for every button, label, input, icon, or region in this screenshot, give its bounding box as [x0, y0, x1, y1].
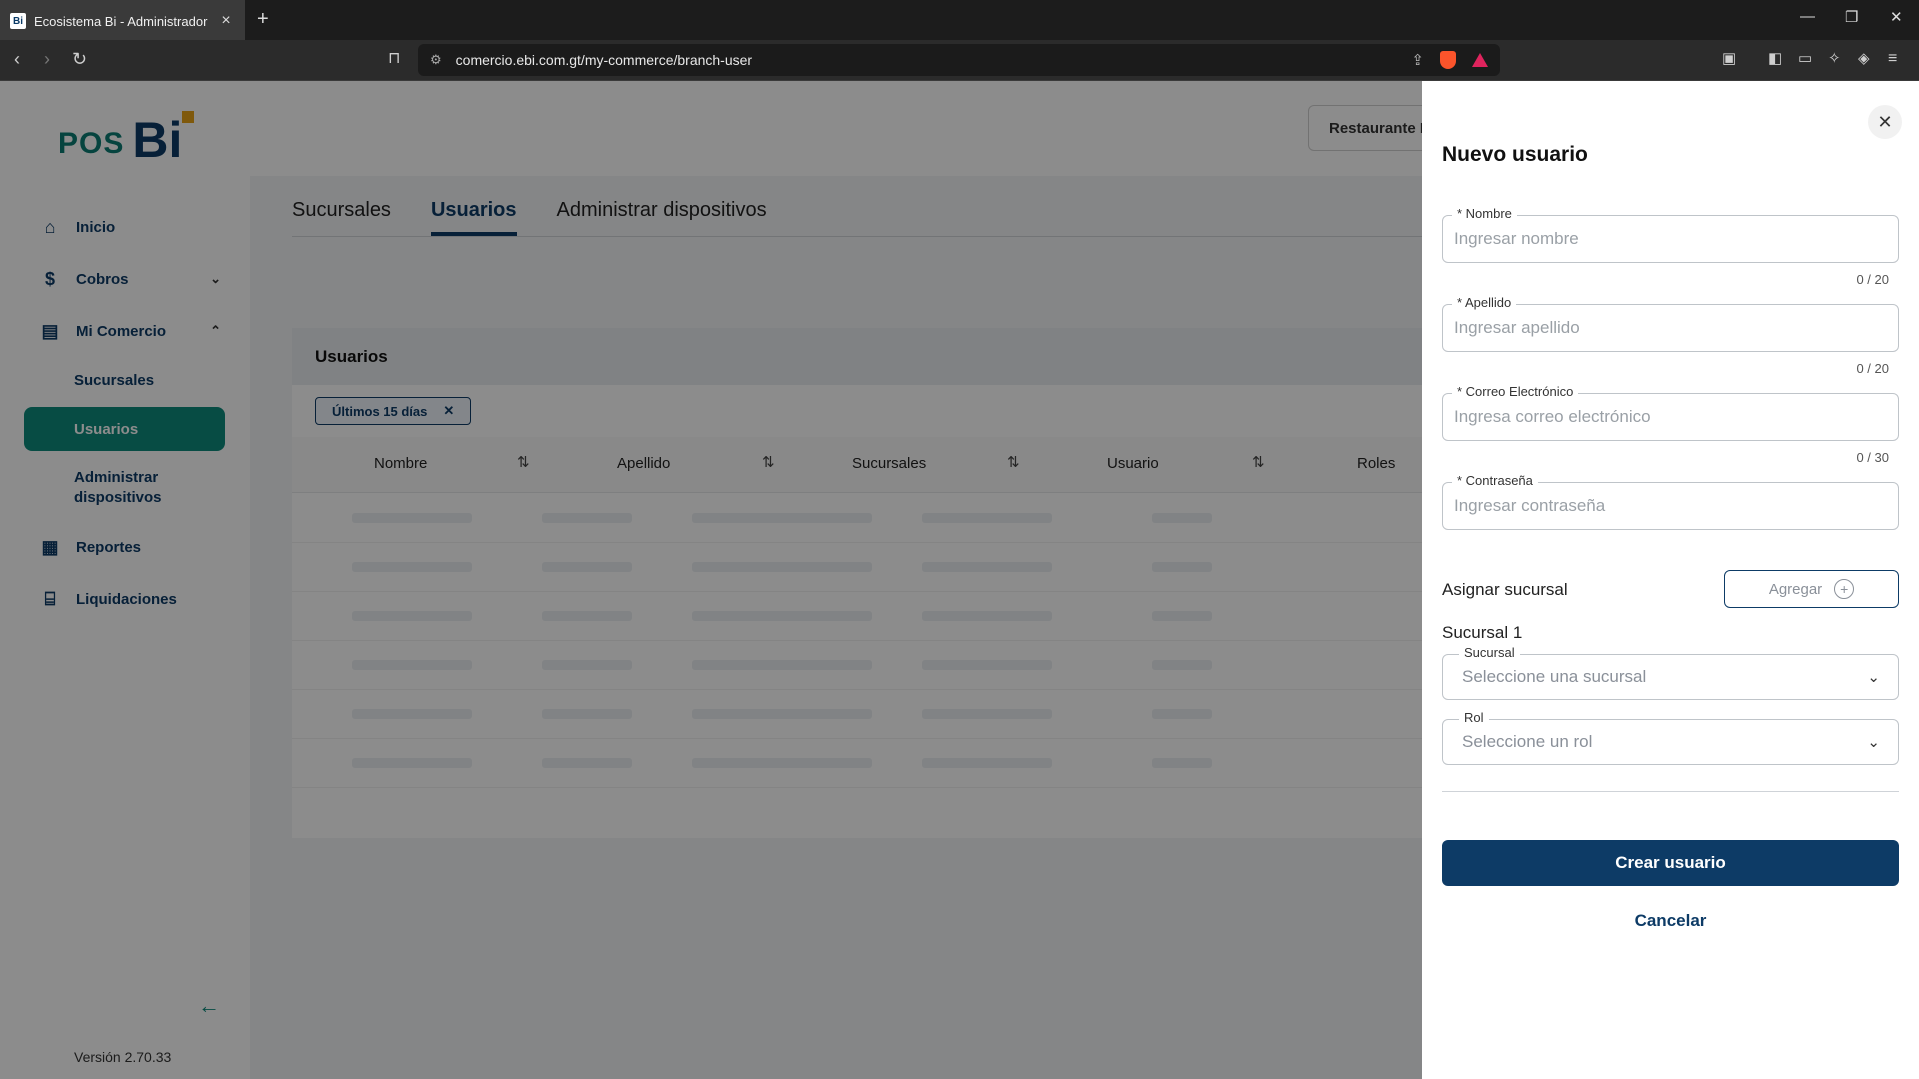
tab-title: Ecosistema Bi - Administrador: [34, 13, 208, 29]
email-field[interactable]: Ingresa correo electrónico: [1442, 393, 1899, 441]
wallet-icon[interactable]: ▭: [1798, 49, 1812, 69]
brave-shields-icon[interactable]: [1440, 51, 1456, 69]
favicon-icon: Bi: [10, 13, 26, 29]
close-drawer-button[interactable]: ✕: [1868, 105, 1902, 139]
branch-select[interactable]: Seleccione una sucursal ⌄: [1442, 654, 1899, 700]
browser-tab-bar: Bi Ecosistema Bi - Administrador × + — ❐…: [0, 0, 1919, 40]
close-tab-icon[interactable]: ×: [217, 12, 235, 30]
back-icon[interactable]: ‹: [14, 49, 20, 69]
branch-group-title: Sucursal 1: [1442, 623, 1523, 642]
share-icon[interactable]: ⇪: [1411, 51, 1424, 69]
apellido-label: * Apellido: [1452, 295, 1517, 310]
email-counter: 0 / 30: [1856, 450, 1889, 465]
create-user-button[interactable]: Crear usuario: [1442, 840, 1899, 886]
new-user-drawer: ✕ Nuevo usuario Ingresar nombre * Nombre…: [1422, 81, 1919, 1079]
cancel-button[interactable]: Cancelar: [1442, 911, 1899, 931]
role-select-placeholder: Seleccione un rol: [1462, 732, 1593, 751]
email-label: * Correo Electrónico: [1452, 384, 1579, 399]
modal-overlay[interactable]: [0, 81, 1422, 1079]
leo-ai-icon[interactable]: ✧: [1828, 49, 1841, 69]
browser-toolbar: ‹ › ↻ ⊓ ⚙ comercio.ebi.com.gt/my-commerc…: [0, 40, 1919, 81]
new-tab-icon[interactable]: +: [257, 8, 269, 30]
forward-icon[interactable]: ›: [44, 49, 50, 69]
add-branch-label: Agregar: [1768, 580, 1823, 598]
nombre-placeholder: Ingresar nombre: [1454, 229, 1579, 248]
browser-tab[interactable]: Bi Ecosistema Bi - Administrador ×: [0, 0, 245, 40]
role-select[interactable]: Seleccione un rol ⌄: [1442, 719, 1899, 765]
apellido-counter: 0 / 20: [1856, 361, 1889, 376]
add-branch-button[interactable]: Agregar +: [1724, 570, 1899, 608]
url-text: comercio.ebi.com.gt/my-commerce/branch-u…: [455, 52, 753, 68]
drawer-title: Nuevo usuario: [1442, 143, 1588, 166]
site-settings-icon[interactable]: ⚙: [430, 52, 442, 68]
window-close-icon[interactable]: ✕: [1890, 8, 1903, 26]
nombre-counter: 0 / 20: [1856, 272, 1889, 287]
branch-select-label: Sucursal: [1459, 645, 1520, 660]
vpn-icon[interactable]: ◈: [1858, 49, 1870, 69]
reload-icon[interactable]: ↻: [72, 49, 87, 69]
password-placeholder: Ingresar contraseña: [1454, 496, 1606, 515]
close-icon: ✕: [1877, 111, 1893, 132]
bookmark-icon[interactable]: ⊓: [388, 49, 400, 69]
chevron-down-icon: ⌄: [1867, 734, 1880, 751]
minimize-icon[interactable]: —: [1800, 8, 1815, 25]
email-placeholder: Ingresa correo electrónico: [1454, 407, 1651, 426]
nombre-label: * Nombre: [1452, 206, 1517, 221]
assign-branch-label: Asignar sucursal: [1442, 580, 1568, 599]
apellido-placeholder: Ingresar apellido: [1454, 318, 1580, 337]
brave-rewards-icon[interactable]: [1472, 53, 1488, 67]
chevron-down-icon: ⌄: [1867, 669, 1880, 686]
media-icon[interactable]: ▣: [1722, 49, 1736, 69]
branch-select-placeholder: Seleccione una sucursal: [1462, 667, 1647, 686]
sidebar-toggle-icon[interactable]: ◧: [1768, 49, 1782, 69]
drawer-divider: [1442, 791, 1899, 792]
plus-circle-icon: +: [1834, 579, 1855, 599]
role-select-label: Rol: [1459, 710, 1489, 725]
nombre-field[interactable]: Ingresar nombre: [1442, 215, 1899, 263]
address-bar[interactable]: ⚙ comercio.ebi.com.gt/my-commerce/branch…: [418, 44, 1500, 76]
password-label: * Contraseña: [1452, 473, 1538, 488]
password-field[interactable]: Ingresar contraseña: [1442, 482, 1899, 530]
apellido-field[interactable]: Ingresar apellido: [1442, 304, 1899, 352]
restore-icon[interactable]: ❐: [1845, 8, 1858, 26]
menu-icon[interactable]: ≡: [1888, 49, 1897, 69]
